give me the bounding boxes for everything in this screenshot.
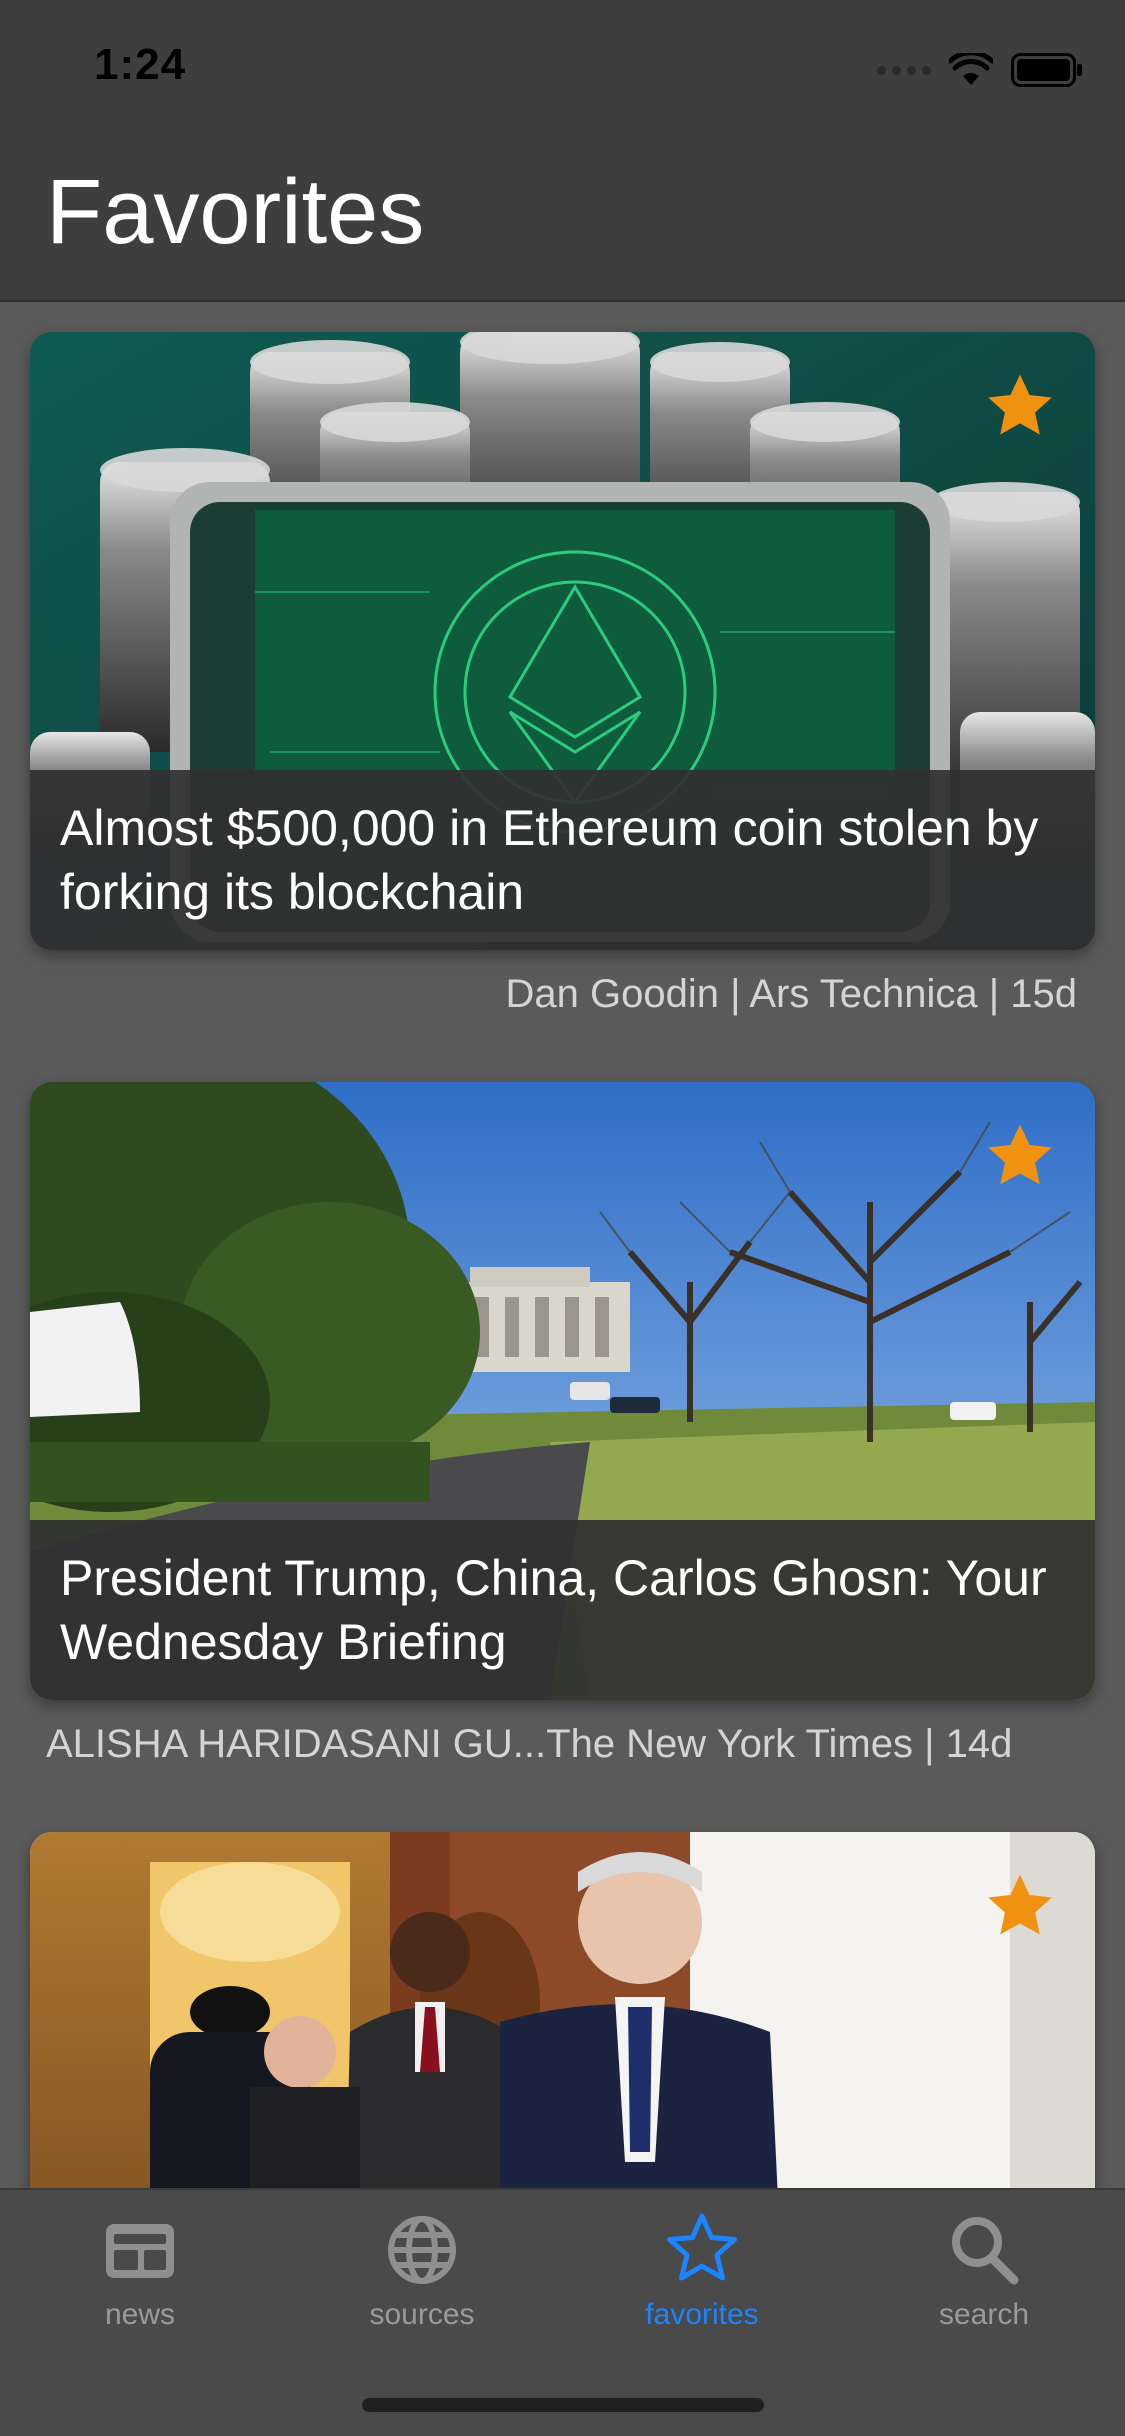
cellular-signal-icon [877, 65, 931, 75]
article-card[interactable]: President Trump, China, Carlos Ghosn: Yo… [30, 1082, 1095, 1700]
status-indicators [877, 50, 1083, 90]
article-byline: ALISHA HARIDASANI GU...The New York Time… [46, 1722, 1013, 1766]
favorite-star-icon[interactable] [981, 1120, 1059, 1194]
status-time: 1:24 [94, 40, 187, 89]
article-byline: Dan Goodin | Ars Technica | 15d [505, 972, 1077, 1016]
battery-icon [1011, 53, 1082, 87]
article-card[interactable]: Almost $500,000 in Ethereum coin stolen … [30, 332, 1095, 950]
article-headline[interactable]: Almost $500,000 in Ethereum coin stolen … [60, 796, 1065, 924]
tab-label: favorites [645, 2298, 759, 2331]
article-image-officials [30, 1832, 1095, 2188]
wifi-icon [949, 53, 993, 85]
favorites-feed[interactable]: Almost $500,000 in Ethereum coin stolen … [0, 302, 1125, 2188]
tab-label: news [104, 2298, 176, 2331]
globe-icon [388, 2216, 456, 2284]
newspaper-icon [106, 2224, 174, 2278]
tab-search[interactable]: search [884, 2210, 1084, 2350]
tab-sources[interactable]: sources [322, 2210, 522, 2350]
star-icon [667, 2213, 737, 2281]
magnifier-icon [952, 2217, 1019, 2285]
home-indicator[interactable] [362, 2398, 764, 2412]
headline-panel: Almost $500,000 in Ethereum coin stolen … [30, 770, 1095, 950]
page-title: Favorites [46, 161, 425, 263]
article-card[interactable] [30, 1832, 1095, 2188]
tab-label: sources [369, 2298, 475, 2331]
navigation-header: Favorites [0, 140, 1125, 302]
favorite-star-icon[interactable] [981, 370, 1059, 444]
favorite-star-icon[interactable] [981, 1870, 1059, 1944]
tab-news[interactable]: news [40, 2210, 240, 2350]
status-bar: 1:24 [0, 0, 1125, 140]
article-headline[interactable]: President Trump, China, Carlos Ghosn: Yo… [60, 1546, 1065, 1674]
tab-favorites[interactable]: favorites [602, 2210, 802, 2350]
headline-panel: President Trump, China, Carlos Ghosn: Yo… [30, 1520, 1095, 1700]
tab-label: search [938, 2298, 1030, 2331]
